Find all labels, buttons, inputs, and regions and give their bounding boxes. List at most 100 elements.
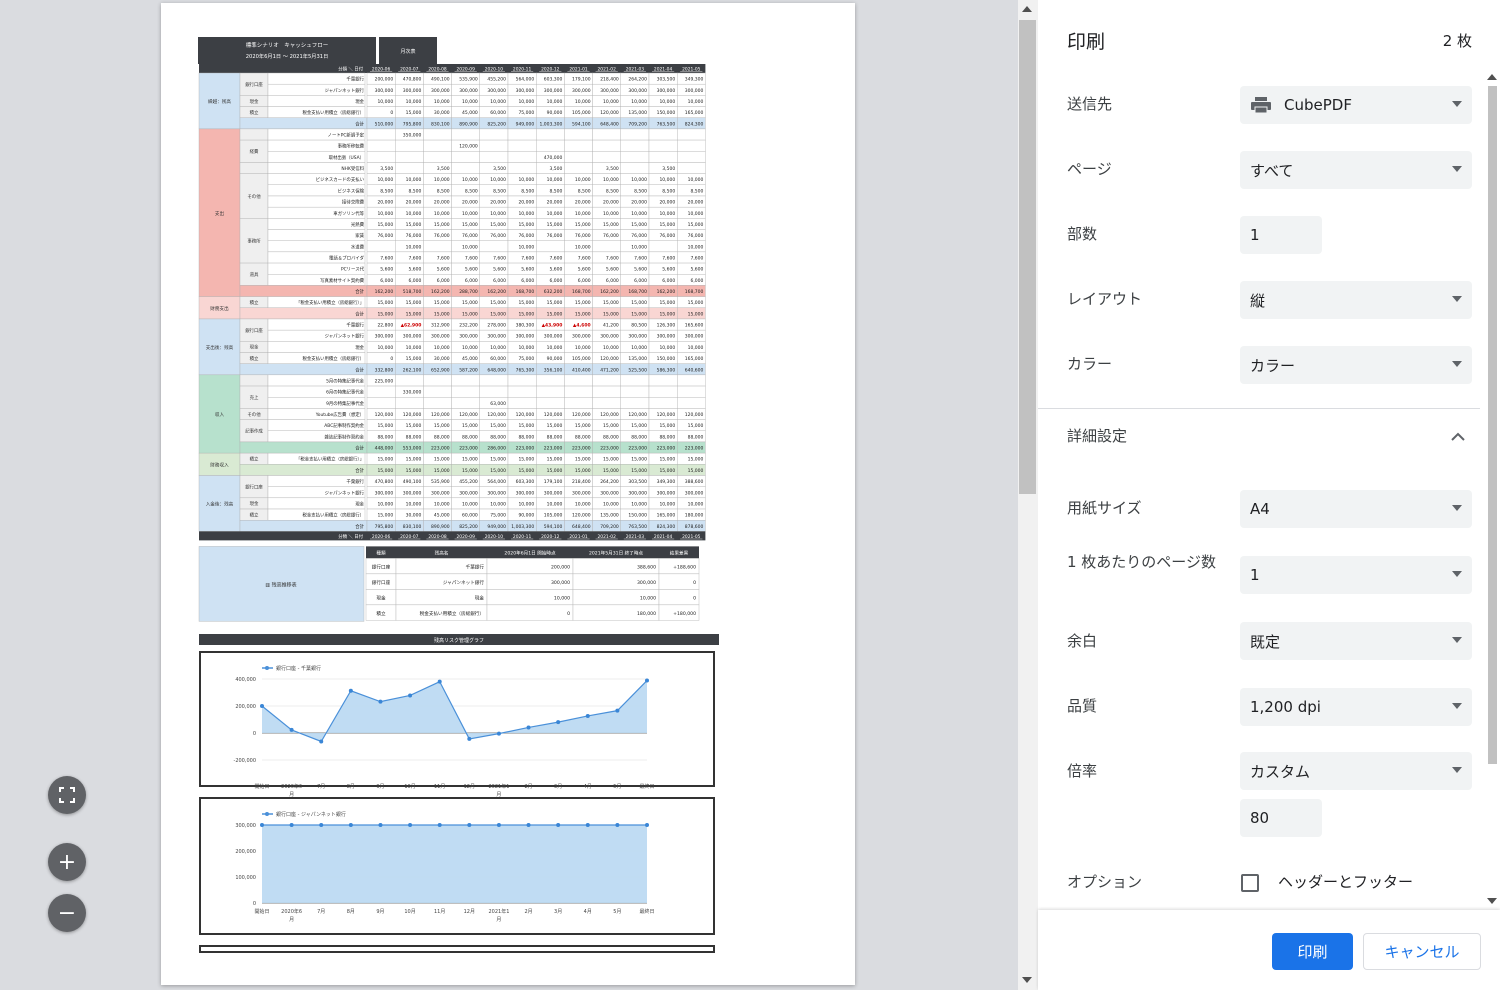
total-value: 15,000 [547, 311, 563, 317]
value-text: 15,000 [434, 457, 450, 463]
value-text: 3,500 [493, 166, 506, 172]
value-text: 300,000 [431, 334, 450, 340]
value-text: 15,000 [688, 222, 704, 228]
value-text: 300,000 [544, 88, 563, 94]
zoom-out-button[interactable]: − [48, 894, 86, 932]
total-value: 640,600 [685, 367, 704, 373]
preview-scrollbar-thumb[interactable] [1019, 20, 1036, 494]
value-text: 10,000 [631, 501, 647, 507]
panel-scrollbar-thumb[interactable] [1488, 86, 1497, 764]
value-text: 7,600 [465, 255, 478, 261]
chevron-up-icon[interactable] [1451, 432, 1465, 442]
value-cell [620, 139, 650, 152]
header-footer-checkbox[interactable] [1241, 874, 1259, 892]
value-text: 10,000 [377, 99, 393, 105]
value-text: 15,000 [490, 222, 506, 228]
value-text: 490,100 [403, 479, 422, 485]
total-value: 223,000 [516, 446, 535, 452]
value-text: 45,000 [462, 356, 478, 362]
value-text: 88,000 [462, 434, 478, 440]
value-text: 20,000 [406, 200, 422, 206]
value-text: 75,000 [518, 110, 534, 116]
value-text: 10,000 [462, 501, 478, 507]
scroll-up-arrow-icon[interactable] [1487, 74, 1497, 80]
value-text: 120,000 [600, 356, 619, 362]
sub-label-cell [239, 162, 269, 174]
margin-label: 余白 [1067, 632, 1098, 650]
destination-select[interactable]: CubePDF [1240, 86, 1472, 124]
scale-select[interactable]: カスタム [1240, 752, 1472, 790]
value-text: 88,000 [631, 434, 647, 440]
value-text: 10,000 [603, 345, 619, 351]
value-text: 300,000 [375, 490, 394, 496]
value-text: 20,000 [575, 200, 591, 206]
scale-custom-input[interactable]: 80 [1240, 799, 1322, 837]
value-text: 8,500 [606, 188, 619, 194]
value-text: 76,000 [434, 233, 450, 239]
value-cell [507, 139, 537, 152]
total-value: 15,000 [659, 311, 675, 317]
value-text: 7,600 [521, 255, 534, 261]
item-label: ビジネス保険 [338, 187, 365, 194]
value-text: 10,000 [631, 99, 647, 105]
zoom-in-button[interactable]: + [48, 843, 86, 881]
value-text: 120,000 [431, 412, 450, 418]
pages-per-sheet-select[interactable]: 1 [1240, 556, 1472, 594]
x-tick-label: 最終日 [639, 908, 654, 915]
value-text: 10,000 [462, 99, 478, 105]
scale-value: カスタム [1250, 762, 1311, 781]
value-text: 10,000 [688, 211, 704, 217]
value-text: 15,000 [377, 457, 393, 463]
sub-label-cell [239, 128, 269, 141]
total-value: 162,200 [600, 289, 619, 295]
chevron-down-icon [1452, 361, 1462, 367]
fit-to-page-button[interactable] [48, 776, 86, 814]
value-cell [592, 397, 622, 409]
sub-label: その他 [247, 193, 261, 200]
scroll-down-arrow-icon[interactable] [1487, 898, 1497, 904]
cancel-button[interactable]: キャンセル [1363, 933, 1481, 970]
value-text: 10,000 [377, 501, 393, 507]
summary-value: 0 [693, 580, 696, 586]
color-select[interactable]: カラー [1240, 346, 1472, 384]
layout-select[interactable]: 縦 [1240, 281, 1472, 319]
value-text: 300,000 [487, 88, 506, 94]
panel-scrollbar[interactable] [1486, 70, 1498, 910]
paper-size-select[interactable]: A4 [1240, 490, 1472, 528]
item-label: 千葉銀行 [346, 478, 364, 485]
value-text: ▲4,600 [573, 323, 591, 329]
preview-scrollbar[interactable] [1018, 0, 1038, 990]
x-tick-label: 5月 [613, 784, 621, 790]
chevron-down-icon [1452, 296, 1462, 302]
value-text: 380,300 [516, 323, 535, 329]
scroll-up-arrow-icon[interactable] [1022, 6, 1032, 12]
pages-per-sheet-label: 1 枚あたりのページ数 [1067, 553, 1217, 571]
total-value: 223,000 [685, 446, 704, 452]
preview-page-canvas: 標準シナリオ キャッシュフロー 2020年6月1日 ～ 2021年5月31日 月次表… [198, 37, 719, 953]
value-text: 126,300 [657, 323, 676, 329]
series-area [262, 825, 647, 903]
value-cell [394, 151, 424, 163]
value-text: 15,000 [434, 423, 450, 429]
value-text: 15,000 [462, 222, 478, 228]
value-text: 10,000 [518, 99, 534, 105]
scroll-down-arrow-icon[interactable] [1022, 977, 1032, 983]
graph-title: 残高リスク管理グラフ [434, 637, 484, 644]
sub-label: 現金 [250, 344, 259, 351]
value-text: 10,000 [575, 345, 591, 351]
sub-label: 事務所 [247, 238, 261, 245]
x-tick-label: 開始日 [254, 908, 269, 915]
item-label: 光熱費 [351, 221, 365, 228]
print-button[interactable]: 印刷 [1272, 933, 1353, 970]
value-text: 300,000 [403, 334, 422, 340]
value-cell [677, 151, 706, 163]
copies-input[interactable]: 1 [1240, 216, 1322, 254]
chevron-down-icon [1452, 101, 1462, 107]
quality-select[interactable]: 1,200 dpi [1240, 688, 1472, 726]
section-divider [1038, 408, 1480, 409]
total-value: 15,000 [688, 311, 704, 317]
pages-select[interactable]: すべて [1240, 151, 1472, 189]
margin-select[interactable]: 既定 [1240, 622, 1472, 660]
value-text: 7,600 [437, 255, 450, 261]
more-settings-toggle[interactable]: 詳細設定 [1067, 424, 1127, 448]
